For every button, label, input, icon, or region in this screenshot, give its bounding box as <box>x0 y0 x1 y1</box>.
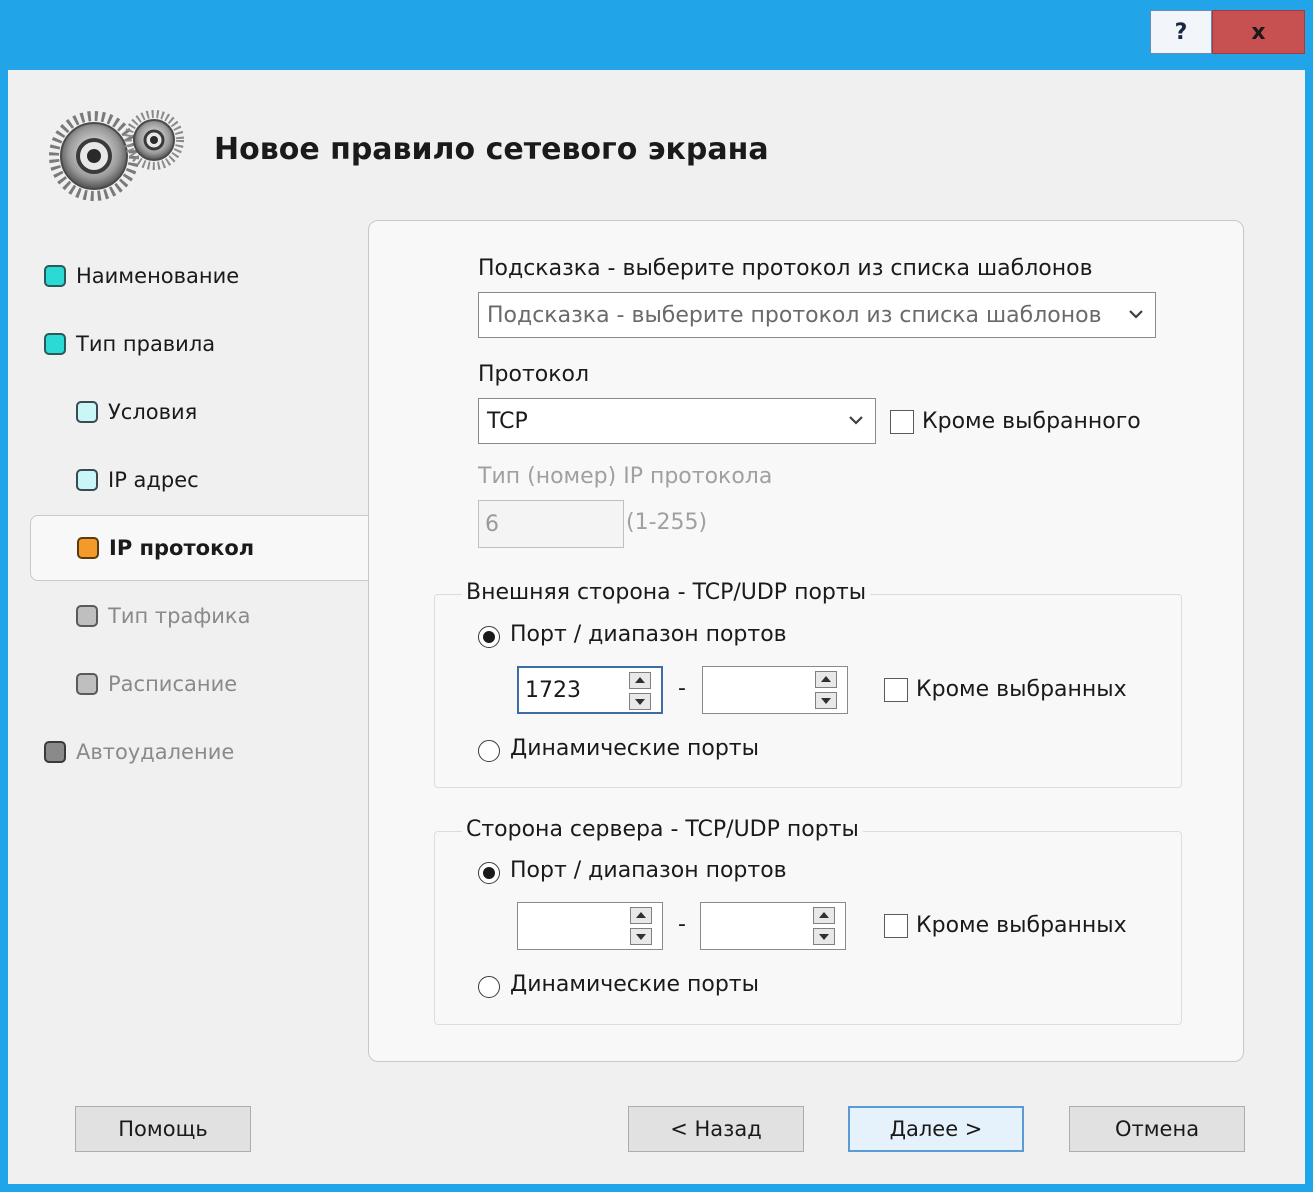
external-ports-title: Внешняя сторона - TCP/UDP порты <box>462 580 871 605</box>
cancel-button[interactable]: Отмена <box>1069 1106 1245 1152</box>
server-port-from-input[interactable] <box>517 902 663 950</box>
range-dash: - <box>678 676 686 701</box>
nav-item-schedule[interactable]: Расписание <box>76 666 237 702</box>
chevron-down-icon <box>849 416 863 425</box>
server-dynamic-label: Динамические порты <box>510 972 759 997</box>
spinner[interactable] <box>815 671 837 709</box>
nav-item-conditions[interactable]: Условия <box>76 394 197 430</box>
next-button[interactable]: Далее > <box>848 1106 1024 1152</box>
spin-up-icon[interactable] <box>629 672 651 689</box>
close-button[interactable]: x <box>1212 10 1305 54</box>
step-done-icon <box>44 333 66 355</box>
external-port-range-radio[interactable] <box>478 626 500 648</box>
server-port-range-radio[interactable] <box>478 862 500 884</box>
ip-type-label: Тип (номер) IP протокола <box>478 464 773 489</box>
template-label: Подсказка - выберите протокол из списка … <box>478 256 1093 281</box>
nav-item-label: Автоудаление <box>76 740 235 764</box>
template-dropdown[interactable]: Подсказка - выберите протокол из списка … <box>478 292 1156 338</box>
help-button[interactable]: Помощь <box>75 1106 251 1152</box>
spinner[interactable] <box>813 907 835 945</box>
server-port-range-label: Порт / диапазон портов <box>510 858 787 883</box>
server-dynamic-radio[interactable] <box>478 976 500 998</box>
page-title: Новое правило сетевого экрана <box>214 132 769 167</box>
step-pending-icon <box>76 605 98 627</box>
external-port-to-input[interactable] <box>702 666 848 714</box>
step-active-icon <box>77 537 99 559</box>
spin-up-icon[interactable] <box>815 671 837 688</box>
external-except-checkbox[interactable] <box>884 678 908 702</box>
gears-icon <box>49 110 184 201</box>
help-title-button[interactable]: ? <box>1150 10 1212 54</box>
spin-down-icon[interactable] <box>813 928 835 945</box>
server-port-to-input[interactable] <box>700 902 846 950</box>
ip-type-value: 6 <box>485 511 499 537</box>
protocol-except-label: Кроме выбранного <box>922 409 1141 434</box>
nav-item-label: Наименование <box>76 264 240 288</box>
external-port-range-label: Порт / диапазон портов <box>510 622 787 647</box>
ip-type-input[interactable]: 6 <box>478 500 624 548</box>
nav-item-ip-address[interactable]: IP адрес <box>76 462 199 498</box>
nav-item-rule-type[interactable]: Тип правила <box>44 326 215 362</box>
range-dash: - <box>678 912 686 937</box>
protocol-dropdown-value: TCP <box>487 408 528 434</box>
step-pending-icon <box>76 673 98 695</box>
step-done-icon <box>76 469 98 491</box>
spin-down-icon[interactable] <box>630 928 652 945</box>
external-port-from-value: 1723 <box>525 677 581 703</box>
nav-item-naming[interactable]: Наименование <box>44 258 239 294</box>
title-bar: ? x <box>8 0 1305 70</box>
external-port-from-input[interactable]: 1723 <box>517 666 663 714</box>
spinner[interactable] <box>630 907 652 945</box>
protocol-except-checkbox[interactable] <box>890 410 914 434</box>
nav-item-traffic-type[interactable]: Тип трафика <box>76 598 250 634</box>
server-except-checkbox[interactable] <box>884 914 908 938</box>
step-done-icon <box>76 401 98 423</box>
nav-item-label: IP адрес <box>108 468 199 492</box>
step-pending-icon <box>44 741 66 763</box>
step-done-icon <box>44 265 66 287</box>
external-dynamic-radio[interactable] <box>478 740 500 762</box>
spin-up-icon[interactable] <box>813 907 835 924</box>
back-button[interactable]: < Назад <box>628 1106 804 1152</box>
ip-type-range: (1-255) <box>626 510 708 535</box>
spinner[interactable] <box>629 672 651 710</box>
nav-active-tab[interactable]: IP протокол <box>30 515 378 581</box>
nav-item-ip-protocol[interactable]: IP протокол <box>77 530 254 566</box>
nav-item-label: Тип трафика <box>108 604 251 628</box>
template-dropdown-value: Подсказка - выберите протокол из списка … <box>487 302 1102 328</box>
external-except-label: Кроме выбранных <box>916 677 1127 702</box>
nav-item-label: Тип правила <box>76 332 216 356</box>
spin-down-icon[interactable] <box>629 693 651 710</box>
external-dynamic-label: Динамические порты <box>510 736 759 761</box>
nav-item-label: IP протокол <box>109 536 255 560</box>
nav-item-label: Условия <box>108 400 198 424</box>
server-except-label: Кроме выбранных <box>916 913 1127 938</box>
server-ports-title: Сторона сервера - TCP/UDP порты <box>462 817 863 842</box>
spin-up-icon[interactable] <box>630 907 652 924</box>
chevron-down-icon <box>1129 310 1143 319</box>
nav-item-label: Расписание <box>108 672 238 696</box>
nav-item-auto-delete[interactable]: Автоудаление <box>44 734 234 770</box>
protocol-dropdown[interactable]: TCP <box>478 398 876 444</box>
protocol-label: Протокол <box>478 362 590 387</box>
spin-down-icon[interactable] <box>815 692 837 709</box>
